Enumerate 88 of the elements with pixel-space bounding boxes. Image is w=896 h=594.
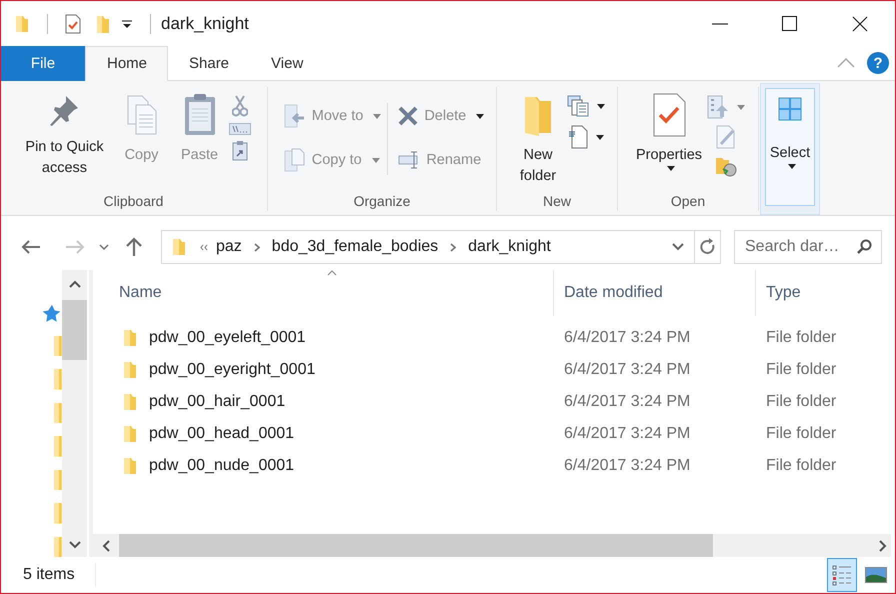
vertical-scrollbar[interactable] (62, 270, 87, 557)
ribbon-tab[interactable]: View (250, 46, 324, 81)
folder-icon (123, 457, 137, 475)
column-header[interactable]: Type (755, 270, 895, 316)
file-name[interactable]: pdw_00_eyeleft_0001 (149, 329, 306, 347)
search-field[interactable]: Search dar… (734, 230, 882, 264)
collapse-ribbon-icon[interactable] (837, 58, 855, 68)
date-cell-text: 6/4/2017 3:24 PM (563, 425, 692, 443)
address-bar[interactable]: paz bdo_3d_female_bodies dark_knight (161, 230, 721, 264)
details-list-icon (832, 564, 852, 586)
chevron-right-icon[interactable] (450, 242, 456, 252)
horizontal-scrollbar[interactable] (93, 534, 891, 557)
history-icon[interactable] (715, 155, 737, 177)
search-icon (856, 239, 872, 255)
clipboard-icon (182, 93, 216, 137)
select-button[interactable]: Select (765, 88, 815, 206)
group-label: New (542, 193, 571, 211)
column-header[interactable]: Name (93, 270, 553, 316)
select-grid-icon (778, 97, 802, 121)
star-icon[interactable] (40, 304, 62, 323)
scroll-left-icon[interactable] (102, 540, 110, 552)
scrollbar-thumb[interactable] (62, 300, 87, 360)
close-icon (852, 16, 868, 32)
up-arrow-icon[interactable] (125, 237, 143, 257)
type-cell-text: File folder (765, 361, 838, 379)
open-icon[interactable] (707, 95, 729, 119)
scroll-right-icon[interactable] (879, 540, 887, 552)
chevron-down-icon[interactable] (99, 244, 109, 250)
file-menu-tab[interactable]: File (1, 46, 85, 81)
date-cell-text: 6/4/2017 3:24 PM (563, 361, 692, 379)
date-cell-text: 6/4/2017 3:24 PM (563, 329, 692, 347)
paste-shortcut-icon[interactable] (232, 141, 248, 161)
details-view-button[interactable] (827, 558, 857, 592)
ribbon-tab[interactable]: Share (168, 46, 250, 81)
window-title: dark_knight (161, 14, 249, 34)
pin-button[interactable]: Pin to Quick access (16, 85, 112, 179)
delete-icon (398, 106, 418, 126)
rename-icon (398, 150, 420, 170)
date-cell-text: 6/4/2017 3:24 PM (563, 393, 692, 411)
folder-icon (123, 425, 137, 443)
help-button[interactable]: ? (867, 52, 889, 74)
copy-icon (124, 93, 158, 137)
maximize-icon (782, 16, 798, 32)
new-item-icon[interactable] (567, 95, 589, 117)
properties-icon (652, 93, 686, 137)
type-cell-text: File folder (765, 457, 838, 475)
copy-path-icon[interactable] (228, 123, 250, 135)
breadcrumb[interactable]: bdo_3d_female_bodies (272, 238, 438, 256)
file-name[interactable]: pdw_00_hair_0001 (149, 393, 286, 411)
scrollbar-thumb[interactable] (119, 534, 713, 557)
easy-access-icon[interactable] (568, 125, 588, 149)
move-to-icon (284, 104, 306, 128)
folder-icon (172, 238, 186, 256)
scissors-icon[interactable] (232, 95, 248, 117)
edit-icon[interactable] (715, 125, 737, 149)
new-folder-button[interactable]: New folder (509, 85, 567, 187)
chevron-right-icon[interactable] (254, 242, 260, 252)
folder-icon (123, 361, 137, 379)
file-name[interactable]: pdw_00_head_0001 (149, 425, 294, 443)
properties-icon[interactable] (64, 14, 82, 34)
breadcrumb[interactable]: dark_knight (468, 238, 551, 256)
landscape-thumbnail-icon (865, 567, 887, 583)
group-label: Clipboard (104, 193, 164, 211)
double-chevron-icon[interactable] (200, 244, 208, 250)
folder-icon (123, 393, 137, 411)
back-icon[interactable] (21, 239, 41, 255)
group-label: Organize (354, 193, 410, 211)
file-name[interactable]: pdw_00_nude_0001 (149, 457, 294, 475)
scroll-down-icon[interactable] (68, 541, 80, 549)
folder-icon (123, 329, 137, 347)
type-cell-text: File folder (765, 393, 838, 411)
column-header[interactable]: Date modified (553, 270, 755, 316)
properties-button[interactable]: Properties (631, 85, 707, 171)
type-cell-text: File folder (765, 329, 838, 347)
type-cell-text: File folder (765, 425, 838, 443)
chevron-down-icon[interactable] (672, 243, 684, 251)
item-count: 5 items (22, 566, 75, 584)
refresh-icon (700, 238, 716, 256)
scroll-up-icon[interactable] (68, 280, 80, 288)
file-name[interactable]: pdw_00_eyeright_0001 (149, 361, 316, 379)
breadcrumb[interactable]: paz (216, 238, 242, 256)
ribbon-tab[interactable]: Home (85, 46, 168, 81)
folder-icon (15, 14, 29, 32)
group-label: Open (670, 193, 706, 211)
copy-to-icon (284, 148, 306, 172)
dropdown-icon[interactable] (122, 18, 132, 28)
date-cell-text: 6/4/2017 3:24 PM (563, 457, 692, 475)
minimize-icon (712, 22, 728, 24)
